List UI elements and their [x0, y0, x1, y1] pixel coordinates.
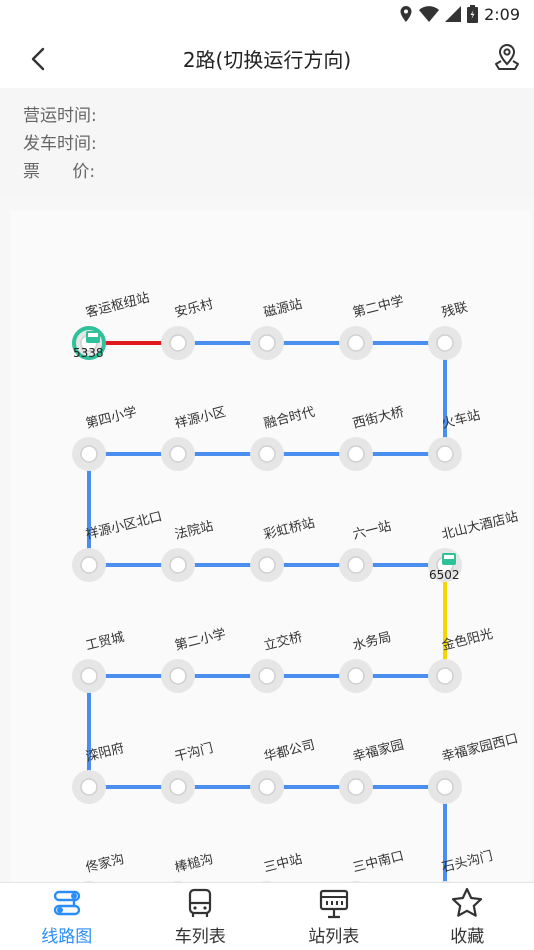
stop-marker-dot	[80, 445, 98, 463]
page-title[interactable]: 2路(切换运行方向)	[183, 44, 351, 73]
bus-window	[444, 555, 454, 559]
stop-marker-dot	[169, 445, 187, 463]
chevron-left-icon[interactable]	[24, 44, 54, 74]
route-map-icon	[53, 890, 80, 916]
stop-label[interactable]: 北山大酒店站	[440, 509, 519, 542]
signal-icon	[445, 6, 462, 22]
operating-hours-label: 营运时间:	[23, 106, 97, 126]
stop-marker-dot	[258, 667, 276, 685]
stop-label[interactable]: 法院站	[173, 519, 214, 543]
tab-label: 收藏	[450, 927, 485, 947]
location-status-icon	[400, 6, 412, 22]
stop-label[interactable]: 水务局	[351, 629, 393, 654]
tab-label: 站列表	[308, 927, 360, 947]
bus-plate[interactable]: 6502	[429, 568, 460, 582]
stop-marker-dot	[347, 445, 365, 463]
route-map[interactable]: 客运枢纽站 安乐村 磁源站 第二中学 残联 火车站 西街大桥 融合时代 祥源小区 第四小学 祥源小区…	[10, 210, 530, 882]
battery-icon	[467, 5, 479, 23]
stop-label[interactable]: 立交桥	[262, 629, 304, 654]
stop-marker-dot	[169, 334, 187, 352]
stop-marker-dot	[436, 445, 454, 463]
stop-marker-dot	[436, 667, 454, 685]
departure-time: 发车时间:	[23, 130, 534, 158]
stop-marker-dot	[347, 556, 365, 574]
stop-label[interactable]: 工贸城	[84, 630, 125, 654]
route-map-canvas: 客运枢纽站 安乐村 磁源站 第二中学 残联火车站西街大桥融合时代祥源小区第四小学祥源小区…	[72, 290, 520, 882]
bus-icon	[189, 888, 212, 917]
tab-station-list[interactable]: 站列表	[267, 883, 401, 950]
stop-label[interactable]: 佟家沟	[84, 851, 126, 876]
stop-label[interactable]: 幸福家园西口	[440, 730, 520, 764]
tab-favorites[interactable]: 收藏	[401, 883, 534, 950]
stop-label[interactable]: 第二中学	[351, 293, 405, 321]
map-pin-icon[interactable]	[492, 42, 522, 72]
stop-label[interactable]: 三中站	[262, 852, 303, 876]
stop-label[interactable]: 干沟门	[173, 741, 214, 765]
stop-label[interactable]: 祥源小区	[173, 405, 227, 432]
stop-label[interactable]: 客运枢纽站	[84, 290, 151, 321]
star-icon	[452, 887, 483, 917]
stop-label[interactable]: 祥源小区北口	[84, 509, 163, 542]
route-info: 营运时间: 发车时间: 票 价:	[0, 88, 534, 198]
tab-label: 线路图	[41, 927, 93, 947]
fare: 票 价:	[23, 158, 534, 186]
stop-marker-dot	[258, 778, 276, 796]
bottom-tab-bar: 线路图 车列表 站列表 收藏	[0, 882, 534, 950]
app-header: 2路(切换运行方向)	[0, 28, 534, 88]
stop-marker-dot	[258, 445, 276, 463]
wifi-icon	[419, 6, 440, 22]
fare-label: 票 价:	[23, 162, 96, 182]
stop-marker-dot	[436, 334, 454, 352]
stop-label[interactable]: 西街大桥	[351, 405, 405, 432]
stop-label[interactable]: 幸福家园	[351, 737, 405, 765]
stop-label[interactable]: 华都公司	[262, 738, 316, 765]
status-bar: 2:09	[0, 0, 534, 28]
stop-label[interactable]: 三中南口	[351, 848, 405, 876]
tab-route-map[interactable]: 线路图	[0, 883, 134, 950]
stop-marker-dot	[347, 334, 365, 352]
stop-label[interactable]: 磁源站	[262, 297, 303, 321]
stop-marker-dot	[347, 667, 365, 685]
stop-marker-dot	[80, 778, 98, 796]
tab-bus-list[interactable]: 车列表	[134, 883, 268, 950]
stop-label[interactable]: 彩虹桥站	[262, 516, 316, 543]
stop-marker-dot	[436, 778, 454, 796]
stop-marker-dot	[258, 556, 276, 574]
stop-marker-dot	[80, 667, 98, 685]
stop-label[interactable]: 第四小学	[84, 404, 138, 432]
stop-label[interactable]: 残联	[440, 300, 469, 321]
stop-marker-dot	[80, 556, 98, 574]
departure-time-label: 发车时间:	[23, 134, 97, 154]
operating-hours: 营运时间:	[23, 102, 534, 130]
stop-label[interactable]: 棒槌沟	[173, 851, 215, 876]
tab-label: 车列表	[174, 927, 226, 947]
station-board-icon	[319, 889, 348, 919]
stop-label[interactable]: 石头沟门	[440, 849, 494, 876]
stop-marker-dot	[347, 778, 365, 796]
stop-label[interactable]: 融合时代	[262, 405, 316, 432]
stop-label[interactable]: 安乐村	[173, 297, 214, 321]
stop-marker-dot	[169, 667, 187, 685]
stop-label[interactable]: 金色阳光	[440, 626, 494, 654]
stop-marker-dot	[258, 334, 276, 352]
stop-marker-dot	[169, 556, 187, 574]
status-time: 2:09	[484, 4, 520, 24]
bus-plate[interactable]: 5338	[73, 346, 104, 360]
bus-window	[88, 333, 98, 337]
stop-label[interactable]: 第二小学	[173, 626, 227, 654]
stop-label[interactable]: 六一站	[351, 519, 392, 543]
stop-marker-dot	[169, 778, 187, 796]
